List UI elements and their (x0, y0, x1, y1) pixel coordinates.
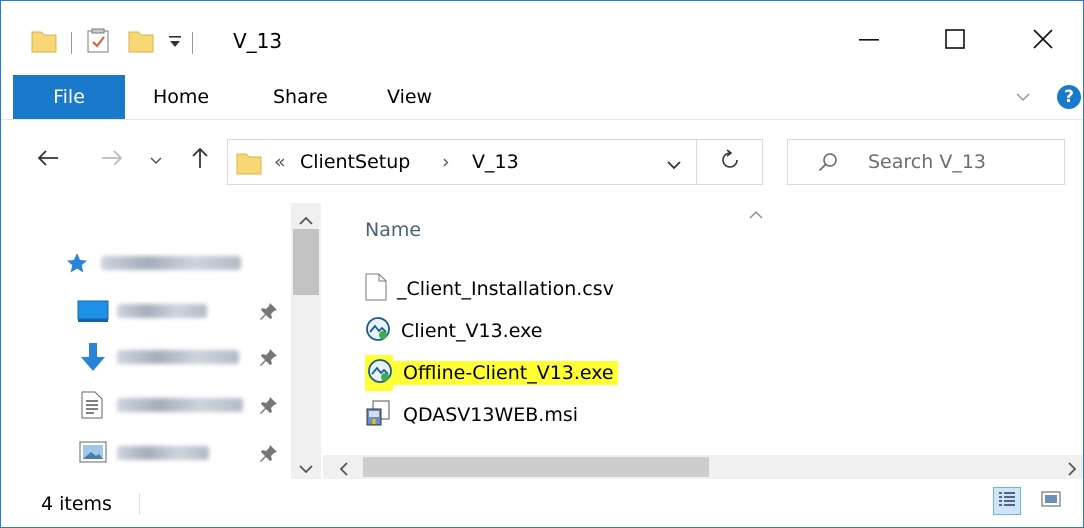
details-view-icon (998, 490, 1016, 512)
quick-access-toolbar (31, 23, 207, 63)
nav-item-label-blurred (101, 256, 241, 270)
title-bar: V_13 (1, 1, 1083, 75)
tab-view[interactable]: View (387, 75, 432, 119)
search-placeholder: Search V_13 (868, 151, 986, 173)
nav-item-documents[interactable] (1, 385, 301, 425)
nav-item-downloads[interactable] (1, 337, 301, 377)
scroll-down-icon[interactable] (299, 459, 313, 478)
file-row-selected[interactable]: Offline-Client_V13.exe (365, 355, 618, 391)
pin-icon[interactable] (259, 395, 279, 419)
scroll-left-icon[interactable] (339, 461, 349, 480)
navigation-bar: « ClientSetup › V_13 Search V_13 (1, 119, 1083, 203)
back-arrow-icon (37, 149, 59, 171)
up-button[interactable] (185, 145, 215, 175)
qat-separator (71, 32, 72, 54)
folder-icon (31, 28, 57, 58)
blank-file-icon (365, 273, 387, 305)
pictures-icon (79, 441, 107, 467)
star-icon (65, 251, 89, 279)
folder-icon (236, 150, 262, 180)
details-view-button[interactable] (993, 487, 1021, 515)
nav-pane-scroll-thumb[interactable] (293, 229, 319, 295)
refresh-button[interactable] (697, 139, 763, 185)
file-name: _Client_Installation.csv (397, 278, 614, 300)
maximize-button[interactable] (925, 21, 985, 61)
forward-arrow-icon (101, 149, 123, 171)
tab-file[interactable]: File (13, 75, 125, 119)
navigation-pane (1, 203, 323, 479)
installer-icon (365, 399, 393, 431)
maximize-icon (944, 28, 966, 54)
desktop-icon (77, 299, 109, 327)
file-row[interactable]: _Client_Installation.csv (365, 271, 614, 307)
close-icon (1032, 28, 1054, 54)
large-icons-view-icon (1041, 491, 1061, 511)
file-name: Offline-Client_V13.exe (393, 361, 618, 385)
pin-icon[interactable] (259, 443, 279, 467)
minimize-button[interactable] (839, 21, 899, 61)
horizontal-scroll-thumb[interactable] (363, 457, 709, 477)
nav-item-desktop[interactable] (1, 291, 301, 331)
column-header-name[interactable]: Name (365, 219, 421, 241)
breadcrumb-overflow[interactable]: « (274, 151, 286, 173)
scroll-up-icon[interactable] (299, 211, 313, 230)
status-divider (139, 493, 140, 515)
chevron-down-icon (150, 151, 162, 170)
minimize-icon (858, 28, 880, 54)
pin-icon[interactable] (259, 347, 279, 371)
large-icons-view-button[interactable] (1037, 487, 1065, 515)
breadcrumb-separator[interactable]: › (442, 151, 450, 173)
breadcrumb-clientsetup[interactable]: ClientSetup (300, 151, 410, 173)
pin-icon[interactable] (259, 301, 279, 325)
new-folder-icon[interactable] (128, 28, 154, 58)
download-icon (79, 341, 107, 377)
address-bar[interactable]: « ClientSetup › V_13 (227, 139, 697, 185)
ribbon-tabs: File Home Share View ? (1, 75, 1083, 120)
tab-home[interactable]: Home (153, 75, 209, 119)
file-row[interactable]: QDASV13WEB.msi (365, 397, 578, 433)
search-box[interactable]: Search V_13 (787, 139, 1065, 185)
sort-ascending-icon (749, 205, 763, 224)
documents-icon (81, 391, 103, 423)
nav-item-label-blurred (117, 446, 209, 460)
qat-separator-2 (192, 32, 193, 54)
ribbon-expand-chevron-icon[interactable] (1015, 89, 1031, 109)
tab-share[interactable]: Share (273, 75, 328, 119)
recent-locations-button[interactable] (145, 145, 167, 175)
scroll-right-icon[interactable] (1067, 461, 1077, 480)
nav-item-pictures[interactable] (1, 433, 301, 473)
search-icon (818, 152, 838, 176)
nav-item-label-blurred (117, 350, 239, 364)
chevron-down-icon (666, 156, 682, 175)
file-list-horizontal-scrollbar[interactable] (323, 455, 1083, 479)
item-count: 4 items (41, 493, 112, 515)
properties-check-icon[interactable] (86, 28, 110, 58)
help-icon: ? (1064, 87, 1074, 107)
file-list: Name _Client_Installation.csv Client_V13… (323, 203, 1083, 455)
app-globe-icon (365, 355, 393, 391)
nav-item-quick-access[interactable] (1, 243, 301, 283)
explorer-window: V_13 File Home Share View ? « ClientSetu… (0, 0, 1084, 528)
window-title: V_13 (233, 29, 283, 53)
file-name: QDASV13WEB.msi (403, 404, 579, 426)
refresh-icon (720, 149, 740, 175)
close-button[interactable] (1013, 21, 1073, 61)
customize-toolbar-arrow-icon[interactable] (168, 33, 182, 53)
breadcrumb-v13[interactable]: V_13 (472, 151, 519, 173)
up-arrow-icon (191, 147, 209, 173)
help-button[interactable]: ? (1057, 85, 1081, 109)
address-history-dropdown[interactable] (666, 156, 682, 175)
forward-button[interactable] (97, 145, 127, 175)
back-button[interactable] (33, 145, 63, 175)
status-bar: 4 items (1, 479, 1083, 527)
file-name: Client_V13.exe (401, 320, 543, 342)
app-globe-icon (365, 316, 391, 346)
file-row[interactable]: Client_V13.exe (365, 313, 542, 349)
nav-item-label-blurred (117, 398, 243, 412)
nav-item-label-blurred (117, 304, 207, 318)
